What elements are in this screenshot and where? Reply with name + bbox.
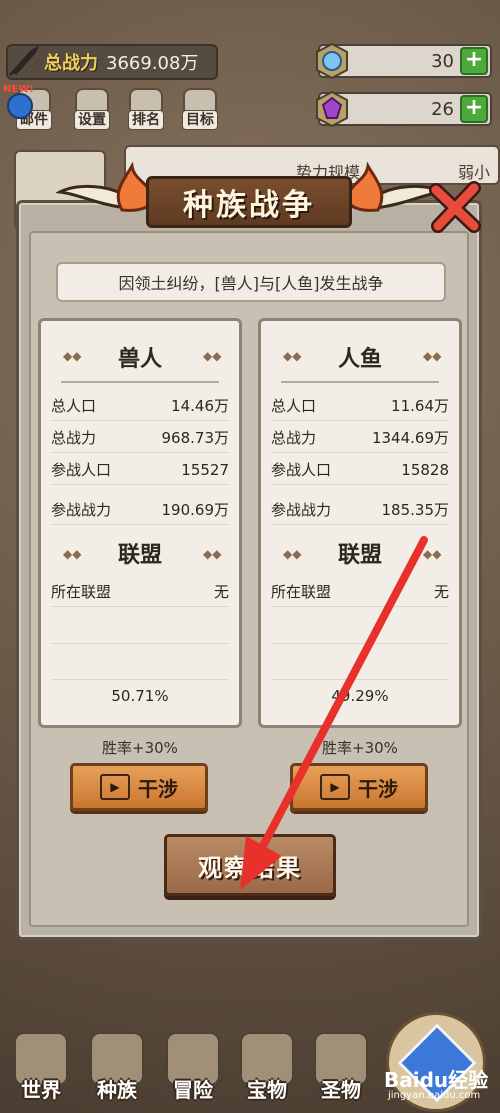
stat-row-power: 总战力 1344.69万 (271, 423, 449, 453)
stat-row-population: 总人口 11.64万 (271, 391, 449, 421)
nav-relic-label: 圣物 (321, 1078, 361, 1102)
stat-label: 所在联盟 (271, 583, 332, 601)
right-meddle-button[interactable]: ▶ 干涉 (290, 763, 428, 811)
stat-value: 14.46万 (171, 397, 229, 415)
stat-value: 15828 (401, 460, 449, 479)
title-board: 种族战争 (146, 176, 352, 228)
resource-1-value: 30 (431, 50, 454, 72)
ranking-button[interactable]: 排名 (122, 88, 170, 130)
stat-label: 参战战力 (51, 501, 112, 519)
goals-button[interactable]: 目标 (176, 88, 224, 130)
total-power-bar: 总战力 3669.08万 (6, 44, 218, 80)
stat-label: 总人口 (271, 397, 317, 415)
stat-value: 无 (213, 583, 229, 601)
left-win-rate: 胜率+30% (102, 739, 178, 757)
baidu-watermark: Baidu经验 jingyan.baidu.com (384, 1064, 500, 1110)
stat-label: 总人口 (51, 397, 97, 415)
total-power-value: 3669.08万 (106, 53, 199, 74)
resource-bar-1: 30 + (316, 42, 492, 80)
close-button[interactable] (428, 180, 484, 236)
right-win-rate: 胜率+30% (322, 739, 398, 757)
stat-label: 参战人口 (271, 461, 332, 479)
add-resource-2-button[interactable]: + (460, 95, 488, 123)
stat-value: 11.64万 (391, 397, 449, 415)
diamond-ornament-icon: ◆◆ (423, 547, 442, 561)
divider (61, 381, 219, 383)
settings-button[interactable]: 设置 (68, 88, 116, 130)
left-percentage: 50.71% (111, 687, 169, 705)
stat-value: 1344.69万 (371, 429, 449, 447)
divider (51, 643, 229, 644)
stat-label: 参战战力 (271, 501, 332, 519)
nav-relic[interactable]: 圣物 (306, 1028, 376, 1112)
close-icon (429, 181, 481, 233)
stat-label: 总战力 (51, 429, 97, 447)
purple-crystal-icon (312, 89, 352, 129)
left-faction-panel: ◆◆ 兽人 ◆◆ 总人口 14.46万 总战力 968.73万 参战人口 155… (38, 318, 242, 728)
stat-value: 185.35万 (381, 501, 450, 519)
settings-label: 设置 (74, 110, 110, 130)
goals-label: 目标 (182, 110, 218, 130)
stat-row-war-power: 参战战力 185.35万 (271, 495, 449, 525)
title-banner: 种族战争 (116, 162, 384, 234)
nav-adventure[interactable]: 冒险 (158, 1028, 228, 1112)
sword-icon (4, 43, 42, 81)
observe-result-button[interactable]: 观察结果 (164, 834, 336, 896)
nav-treasure[interactable]: 宝物 (232, 1028, 302, 1112)
meddle-label: 干涉 (358, 776, 398, 801)
nav-world-label: 世界 (21, 1078, 61, 1102)
watermark-url: jingyan.baidu.com (388, 1090, 481, 1101)
total-power-label: 总战力 (44, 53, 98, 74)
dialog-title: 种族战争 (183, 188, 315, 223)
right-faction-panel: ◆◆ 人鱼 ◆◆ 总人口 11.64万 总战力 1344.69万 参战人口 15… (258, 318, 462, 728)
stat-value: 968.73万 (161, 429, 230, 447)
stat-row-war-power: 参战战力 190.69万 (51, 495, 229, 525)
ranking-label: 排名 (128, 110, 164, 130)
right-percentage: 49.29% (331, 687, 389, 705)
stat-value: 190.69万 (161, 501, 230, 519)
new-badge-text: NEW! (3, 84, 34, 95)
stat-row-war-population: 参战人口 15527 (51, 455, 229, 485)
left-meddle-button[interactable]: ▶ 干涉 (70, 763, 208, 811)
stat-row-power: 总战力 968.73万 (51, 423, 229, 453)
stat-label: 总战力 (271, 429, 317, 447)
stat-value: 无 (433, 583, 449, 601)
diamond-ornament-icon: ◆◆ (203, 547, 222, 561)
new-badge: NEW! (2, 80, 38, 120)
stat-row-alliance: 所在联盟 无 (51, 577, 229, 607)
stat-label: 参战人口 (51, 461, 112, 479)
add-resource-1-button[interactable]: + (460, 47, 488, 75)
video-ad-icon: ▶ (320, 774, 350, 800)
resource-bar-2: 26 + (316, 90, 492, 128)
diamond-ornament-icon: ◆◆ (423, 349, 442, 363)
snowflake-gem-icon (312, 41, 352, 81)
video-ad-icon: ▶ (100, 774, 130, 800)
divider (271, 643, 449, 644)
divider (51, 679, 229, 680)
nav-race-label: 种族 (97, 1078, 137, 1102)
nav-adventure-label: 冒险 (173, 1078, 213, 1102)
observe-result-label: 观察结果 (198, 853, 302, 882)
stat-label: 所在联盟 (51, 583, 112, 601)
stat-value: 15527 (181, 460, 229, 479)
nav-world[interactable]: 世界 (6, 1028, 76, 1112)
divider (281, 381, 439, 383)
divider (271, 679, 449, 680)
resource-2-value: 26 (431, 98, 454, 120)
diamond-ornament-icon: ◆◆ (203, 349, 222, 363)
nav-race[interactable]: 种族 (82, 1028, 152, 1112)
meddle-label: 干涉 (138, 776, 178, 801)
nav-treasure-label: 宝物 (247, 1078, 287, 1102)
stat-row-population: 总人口 14.46万 (51, 391, 229, 421)
stat-row-war-population: 参战人口 15828 (271, 455, 449, 485)
stat-row-alliance: 所在联盟 无 (271, 577, 449, 607)
watermark-title: Baidu经验 (384, 1068, 489, 1092)
war-reason-text: 因领土纠纷，[兽人]与[人鱼]发生战争 (56, 262, 446, 302)
